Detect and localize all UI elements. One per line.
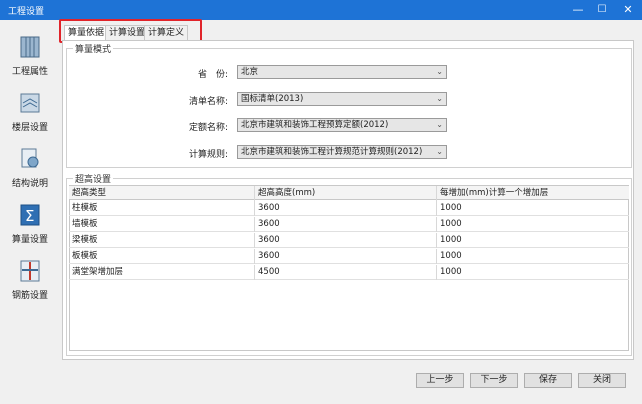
sidebar-item-quantity-settings[interactable]: Σ 算量设置 [4,200,56,250]
type-cell: 梁模板 [69,233,255,248]
height-cell[interactable]: 3600 [255,233,437,248]
increment-cell[interactable]: 1000 [437,201,629,216]
sidebar-item-project-properties[interactable]: 工程属性 [4,32,56,82]
type-cell: 满堂架增加层 [69,265,255,280]
province-value: 北京 [241,67,259,77]
sidebar-item-label: 工程属性 [11,67,48,77]
quota-label: 定额名称: [188,123,228,133]
sidebar-item-label: 算量设置 [11,235,48,245]
sidebar-item-structure-notes[interactable]: 结构说明 [4,144,56,194]
rule-label: 计算规则: [188,150,228,160]
height-cell[interactable]: 3600 [255,249,437,264]
increment-cell[interactable]: 1000 [437,249,629,264]
table-row[interactable]: 梁模板 3600 1000 [69,233,629,248]
increment-cell[interactable]: 1000 [437,265,629,280]
building-icon [20,36,40,58]
height-cell[interactable]: 3600 [255,201,437,216]
sidebar-item-label: 结构说明 [11,179,48,189]
type-cell: 板模板 [69,249,255,264]
province-select[interactable]: 北京 ⌄ [237,65,447,79]
table-header-row: 超高类型 超高高度(mm) 每增加(mm)计算一个增加层 [69,185,629,201]
rule-select[interactable]: 北京市建筑和装饰工程计算规范计算规则(2012) ⌄ [237,145,447,159]
window-title: 工程设置 [8,7,45,17]
sidebar-item-label: 钢筋设置 [11,291,48,301]
chevron-down-icon: ⌄ [436,147,443,156]
close-window-button[interactable]: ✕ [614,0,642,20]
bill-value: 国标清单(2013) [241,94,304,104]
table-row[interactable]: 板模板 3600 1000 [69,249,629,264]
rule-value: 北京市建筑和装饰工程计算规范计算规则(2012) [241,147,423,157]
floors-icon [20,93,40,113]
settings-window: 工程设置 — ☐ ✕ 工程属性 楼层设置 结构说明 Σ 算量设置 钢筋设置 算量… [0,0,642,404]
type-cell: 柱模板 [69,201,255,216]
column-header: 每增加(mm)计算一个增加层 [440,188,549,198]
table-row[interactable]: 柱模板 3600 1000 [69,201,629,216]
bill-label: 清单名称: [188,97,228,107]
sidebar-item-rebar-settings[interactable]: 钢筋设置 [4,256,56,306]
close-button[interactable]: 关闭 [578,373,626,388]
increment-cell[interactable]: 1000 [437,233,629,248]
sidebar-item-floor-settings[interactable]: 楼层设置 [4,88,56,138]
type-cell: 墙模板 [69,217,255,232]
chevron-down-icon: ⌄ [436,94,443,103]
table-row[interactable]: 墙模板 3600 1000 [69,217,629,232]
svg-text:Σ: Σ [25,207,34,225]
column-header: 超高高度(mm) [255,186,437,201]
sigma-icon: Σ [20,204,40,226]
prev-button[interactable]: 上一步 [416,373,464,388]
next-button[interactable]: 下一步 [470,373,518,388]
quota-value: 北京市建筑和装饰工程预算定额(2012) [241,120,389,130]
column-header: 超高类型 [69,186,255,201]
table-row[interactable]: 满堂架增加层 4500 1000 [69,265,629,280]
title-bar: 工程设置 — ☐ ✕ [0,0,642,20]
save-button[interactable]: 保存 [524,373,572,388]
height-cell[interactable]: 3600 [255,217,437,232]
calc-mode-title: 算量模式 [73,42,114,55]
increment-cell[interactable]: 1000 [437,217,629,232]
maximize-button[interactable]: ☐ [588,0,616,20]
document-search-icon [21,148,39,168]
sidebar-item-label: 楼层设置 [11,123,48,133]
chevron-down-icon: ⌄ [436,67,443,76]
over-height-title: 超高设置 [73,172,114,185]
chevron-down-icon: ⌄ [436,120,443,129]
rebar-icon [20,260,40,282]
height-cell[interactable]: 4500 [255,265,437,280]
quota-select[interactable]: 北京市建筑和装饰工程预算定额(2012) ⌄ [237,118,447,132]
bill-select[interactable]: 国标清单(2013) ⌄ [237,92,447,106]
province-label: 省 份: [197,70,228,80]
sidebar: 工程属性 楼层设置 结构说明 Σ 算量设置 钢筋设置 [0,20,60,404]
